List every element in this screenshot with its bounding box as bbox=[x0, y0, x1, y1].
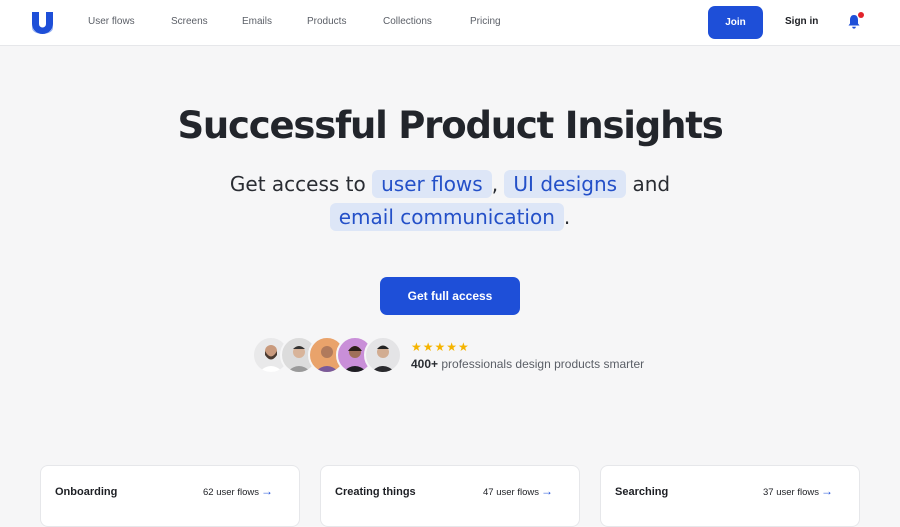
arrow-right-icon[interactable]: → bbox=[261, 484, 273, 498]
nav-collections[interactable]: Collections bbox=[383, 16, 432, 27]
hero-subtitle-line-2: email communication. bbox=[0, 203, 900, 231]
avatar bbox=[364, 336, 402, 374]
nav-products[interactable]: Products bbox=[307, 16, 346, 27]
card-title: Creating things bbox=[335, 486, 416, 498]
hero-subtitle-line-1: Get access to user flows, UI designs and bbox=[0, 170, 900, 198]
notification-dot bbox=[858, 12, 864, 18]
nav-user-flows[interactable]: User flows bbox=[88, 16, 135, 27]
category-card-searching[interactable]: Searching 37 user flows → bbox=[600, 465, 860, 527]
card-count: 62 user flows bbox=[203, 487, 259, 498]
chip-user-flows: user flows bbox=[372, 170, 492, 198]
proof-label: professionals design products smarter bbox=[441, 357, 645, 371]
chip-email-communication: email communication bbox=[329, 203, 564, 231]
category-card-creating-things[interactable]: Creating things 47 user flows → bbox=[320, 465, 580, 527]
subtitle-period: . bbox=[563, 205, 571, 229]
rating-stars: ★★★★★ bbox=[411, 340, 470, 354]
sign-in-link[interactable]: Sign in bbox=[785, 16, 818, 27]
nav-emails[interactable]: Emails bbox=[242, 16, 272, 27]
nav-screens[interactable]: Screens bbox=[171, 16, 208, 27]
social-proof-text: 400+ professionals design products smart… bbox=[411, 357, 644, 371]
card-count: 47 user flows bbox=[483, 487, 539, 498]
category-card-onboarding[interactable]: Onboarding 62 user flows → bbox=[40, 465, 300, 527]
chip-ui-designs: UI designs bbox=[504, 170, 627, 198]
hero-title: Successful Product Insights bbox=[177, 104, 723, 147]
proof-count: 400+ bbox=[411, 357, 439, 371]
logo-icon[interactable] bbox=[30, 10, 55, 34]
get-full-access-button[interactable]: Get full access bbox=[380, 277, 520, 315]
avatar-group bbox=[252, 336, 402, 374]
subtitle-prefix: Get access to bbox=[229, 172, 366, 196]
card-title: Searching bbox=[615, 486, 669, 498]
subtitle-comma: , bbox=[491, 172, 499, 196]
arrow-right-icon[interactable]: → bbox=[821, 484, 833, 498]
arrow-right-icon[interactable]: → bbox=[541, 484, 553, 498]
top-nav-bar: User flows Screens Emails Products Colle… bbox=[0, 0, 900, 46]
subtitle-and: and bbox=[632, 172, 671, 196]
card-count: 37 user flows bbox=[763, 487, 819, 498]
join-button[interactable]: Join bbox=[708, 6, 763, 39]
nav-pricing[interactable]: Pricing bbox=[470, 16, 501, 27]
card-title: Onboarding bbox=[55, 486, 118, 498]
